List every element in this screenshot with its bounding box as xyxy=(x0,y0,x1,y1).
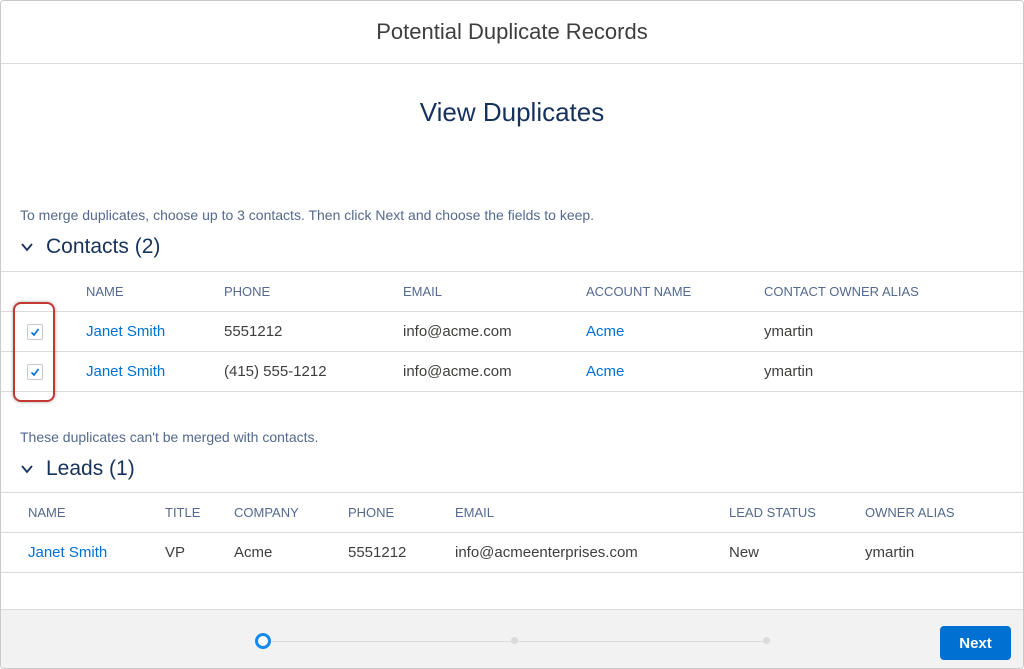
column-header-company: COMPANY xyxy=(234,505,299,520)
lead-email: info@acmeenterprises.com xyxy=(455,544,638,561)
table-header-row: NAME TITLE COMPANY PHONE EMAIL LEAD STAT… xyxy=(1,493,1023,533)
column-header-name: NAME xyxy=(28,505,66,520)
chevron-down-icon xyxy=(21,465,33,474)
column-header-name: NAME xyxy=(86,284,124,299)
contact-select-checkbox[interactable] xyxy=(27,363,43,380)
contact-phone: (415) 555-1212 xyxy=(224,363,327,380)
duplicate-records-modal: Potential Duplicate Records View Duplica… xyxy=(0,0,1024,669)
account-name-link[interactable]: Acme xyxy=(586,352,624,391)
column-header-account-name: ACCOUNT NAME xyxy=(586,284,692,299)
modal-footer: Next xyxy=(1,609,1023,668)
lead-status: New xyxy=(729,544,760,561)
leads-merge-note: These duplicates can't be merged with co… xyxy=(20,429,319,445)
modal-header: Potential Duplicate Records xyxy=(1,1,1023,64)
table-row: Janet Smith (415) 555-1212 info@acme.com… xyxy=(1,352,1023,392)
check-icon xyxy=(30,328,40,336)
contact-select-checkbox[interactable] xyxy=(27,323,43,340)
account-name-link[interactable]: Acme xyxy=(586,312,624,351)
modal-title: Potential Duplicate Records xyxy=(376,19,648,44)
lead-name-link[interactable]: Janet Smith xyxy=(28,533,107,572)
column-header-phone: PHONE xyxy=(348,505,395,520)
lead-phone: 5551212 xyxy=(348,544,407,561)
column-header-lead-status: LEAD STATUS xyxy=(729,505,816,520)
progress-track xyxy=(271,641,767,642)
progress-step xyxy=(511,637,518,644)
table-header-row: NAME PHONE EMAIL ACCOUNT NAME CONTACT OW… xyxy=(1,272,1023,312)
table-row: Janet Smith VP Acme 5551212 info@acmeent… xyxy=(1,533,1023,573)
column-header-email: EMAIL xyxy=(403,284,443,299)
progress-step-current xyxy=(255,633,271,649)
merge-instruction: To merge duplicates, choose up to 3 cont… xyxy=(20,207,595,223)
contact-name-link[interactable]: Janet Smith xyxy=(86,352,165,391)
leads-section-toggle[interactable]: Leads (1) xyxy=(20,457,135,481)
lead-title: VP xyxy=(165,544,186,561)
column-header-email: EMAIL xyxy=(455,505,495,520)
contact-name-link[interactable]: Janet Smith xyxy=(86,312,165,351)
contact-owner-alias: ymartin xyxy=(764,363,814,380)
column-header-contact-owner-alias: CONTACT OWNER ALIAS xyxy=(764,284,919,299)
leads-section-label: Leads (1) xyxy=(46,457,135,480)
column-header-owner-alias: OWNER ALIAS xyxy=(865,505,955,520)
contact-owner-alias: ymartin xyxy=(764,323,814,340)
contacts-section-label: Contacts (2) xyxy=(46,235,161,258)
column-header-title: TITLE xyxy=(165,505,201,520)
lead-company: Acme xyxy=(234,544,273,561)
progress-step xyxy=(763,637,770,644)
next-button[interactable]: Next xyxy=(940,626,1011,660)
chevron-down-icon xyxy=(21,243,33,252)
leads-table: NAME TITLE COMPANY PHONE EMAIL LEAD STAT… xyxy=(1,492,1023,573)
contacts-section-toggle[interactable]: Contacts (2) xyxy=(20,235,160,259)
page-title: View Duplicates xyxy=(419,97,605,127)
table-row: Janet Smith 5551212 info@acme.com Acme y… xyxy=(1,312,1023,352)
lead-owner-alias: ymartin xyxy=(865,544,915,561)
contacts-table: NAME PHONE EMAIL ACCOUNT NAME CONTACT OW… xyxy=(1,271,1023,392)
column-header-phone: PHONE xyxy=(224,284,271,299)
contact-email: info@acme.com xyxy=(403,363,512,380)
check-icon xyxy=(30,368,40,376)
contact-email: info@acme.com xyxy=(403,323,512,340)
contact-phone: 5551212 xyxy=(224,323,283,340)
